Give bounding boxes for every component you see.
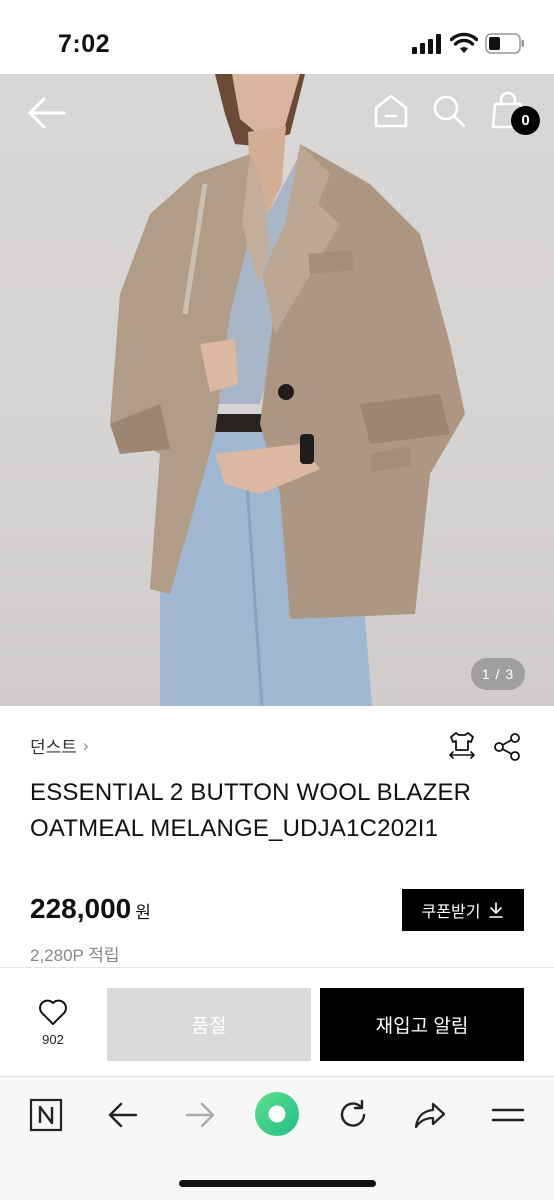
arrow-left-icon[interactable]	[26, 96, 66, 130]
download-icon	[489, 902, 504, 918]
price: 228,000 원	[30, 893, 151, 925]
product-title-line-2: OATMEAL MELANGE_UDJA1C202I1	[30, 815, 439, 842]
arrow-right-icon	[185, 1102, 215, 1128]
product-photo	[110, 74, 465, 706]
wifi-icon	[450, 32, 478, 53]
browser-back-button[interactable]	[103, 1095, 143, 1135]
heart-icon	[39, 999, 67, 1025]
wishlist-count: 902	[42, 1032, 64, 1047]
reload-button[interactable]	[333, 1095, 373, 1135]
size-guide-icon[interactable]	[447, 730, 477, 760]
brand-name: 던스트	[30, 738, 77, 757]
naver-logo-icon	[29, 1098, 63, 1132]
price-unit: 원	[135, 903, 151, 922]
status-time: 7:02	[58, 30, 111, 58]
price-value: 228,000	[30, 893, 132, 924]
wishlist-button[interactable]: 902	[22, 998, 84, 1058]
green-dot-button[interactable]	[254, 1091, 300, 1137]
home-icon[interactable]	[372, 92, 410, 130]
status-bar: 7:02	[0, 0, 554, 74]
gallery-page-indicator: 1 / 3	[471, 658, 525, 690]
reward-points: 2,280P 적립	[30, 946, 120, 965]
divider	[0, 967, 554, 968]
refresh-icon	[340, 1099, 366, 1127]
signal-icon	[412, 34, 441, 54]
share-icon[interactable]	[492, 732, 522, 762]
naver-home-button[interactable]	[26, 1095, 66, 1135]
browser-menu-button[interactable]	[488, 1095, 528, 1135]
soldout-button[interactable]: 품절	[107, 988, 311, 1061]
home-indicator	[179, 1180, 376, 1187]
product-image-gallery[interactable]: 1 / 3	[0, 74, 554, 706]
brand-link[interactable]: 던스트 ›	[30, 733, 89, 758]
cart-count-badge: 0	[511, 106, 540, 135]
product-title-line-1: ESSENTIAL 2 BUTTON WOOL BLAZER	[30, 779, 472, 806]
battery-icon	[485, 33, 524, 54]
coupon-download-button[interactable]: 쿠폰받기	[402, 889, 524, 931]
coupon-button-label: 쿠폰받기	[421, 904, 481, 921]
browser-share-button[interactable]	[410, 1095, 450, 1135]
share-arrow-icon	[414, 1102, 446, 1129]
chevron-right-icon: ›	[82, 735, 89, 755]
restock-alert-button[interactable]: 재입고 알림	[320, 988, 524, 1061]
search-icon[interactable]	[430, 92, 468, 130]
product-title: ESSENTIAL 2 BUTTON WOOL BLAZER OATMEAL M…	[30, 775, 530, 847]
arrow-left-icon	[108, 1102, 138, 1128]
green-dot-icon	[255, 1092, 299, 1136]
menu-icon	[491, 1108, 525, 1122]
browser-forward-button[interactable]	[180, 1095, 220, 1135]
